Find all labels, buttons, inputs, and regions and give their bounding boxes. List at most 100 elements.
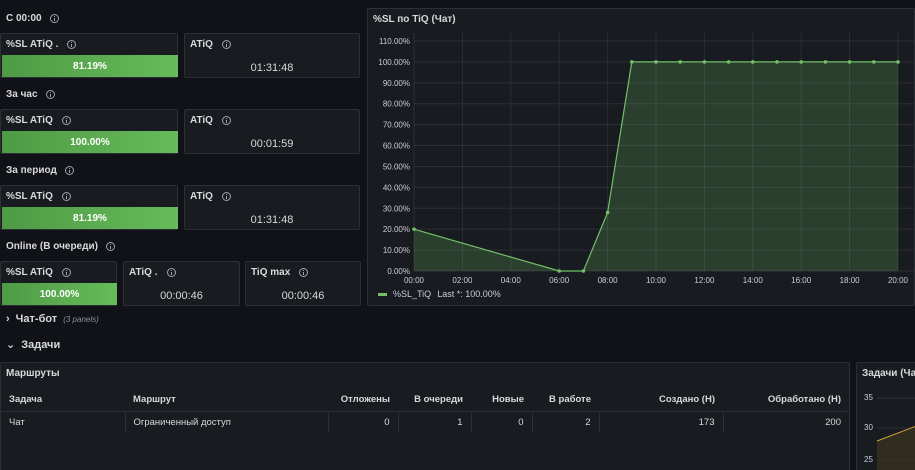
y-tick-label: 0.00% [387,267,410,276]
data-point [726,60,731,64]
tasks-chart [876,397,915,470]
x-tick-label: 16:00 [791,276,812,285]
column-header-postponed[interactable]: Отложены [328,389,398,412]
info-icon[interactable] [166,268,176,277]
routes-table: Задача Маршрут Отложены В очереди Новые … [1,389,849,433]
info-icon[interactable] [61,116,71,125]
y-tick-label: 60.00% [383,142,410,151]
data-point [654,60,658,64]
info-icon[interactable] [49,14,59,23]
info-icon[interactable] [221,40,231,49]
cell-new: 0 [471,411,533,433]
column-header-created[interactable]: Создано (Н) [599,389,723,412]
data-point [702,60,707,64]
data-point [605,210,610,215]
column-header-new[interactable]: Новые [471,389,532,412]
data-point [823,60,828,64]
info-icon[interactable] [45,90,55,99]
row-tasks[interactable]: ⌄ Задачи [6,338,60,351]
sl-gauge-bar: 100.00% [2,131,178,153]
chevron-right-icon: › [6,313,10,325]
table-row[interactable]: Чат Ограниченный доступ 0 1 0 2 173 200 [1,411,849,433]
section-title-per-hour: За час [6,89,55,100]
data-point [896,60,900,64]
stat-panel-atiq-per-hour[interactable]: ATiQ 00:01:59 [184,109,360,154]
chart-legend[interactable]: %SL_TiQ Last *: 100.00% [378,289,501,299]
data-point [581,269,586,273]
info-icon[interactable] [61,192,71,201]
atiq-value: 00:01:59 [250,138,294,150]
x-tick-label: 10:00 [646,276,667,285]
y-tick-label: 10.00% [383,246,410,255]
y-tick-label: 20.00% [383,225,410,234]
data-point [678,60,682,64]
cell-task: Чат [1,411,126,433]
stat-panel-tiqmax-online[interactable]: TiQ max 00:00:46 [245,261,361,306]
data-point [630,60,634,64]
x-tick-label: 02:00 [452,276,473,285]
column-header-route[interactable]: Маршрут [125,389,328,412]
data-point [847,60,852,64]
info-icon[interactable] [61,268,71,277]
data-point [775,60,779,64]
x-tick-label: 00:00 [404,276,425,285]
y-tick-label: 80.00% [383,100,410,109]
stat-panel-sl-per-period[interactable]: %SL ATiQ 81.19% [0,185,178,230]
stat-panel-atiq-since-midnight[interactable]: ATiQ 01:31:48 [184,33,360,78]
column-header-processed[interactable]: Обработано (Н) [723,389,849,412]
sl-tiq-chart[interactable]: 0.00% 10.00% 20.00% 30.00% 40.00% 50.00% 60.00… [368,9,915,307]
routes-title: Маршруты [6,368,60,379]
table-header-row: Задача Маршрут Отложены В очереди Новые … [1,389,849,412]
y-tick-label: 25 [864,455,873,464]
cell-postponed: 0 [328,411,399,433]
y-tick-label: 90.00% [383,79,410,88]
data-point [751,60,755,64]
y-tick-label: 50.00% [383,162,410,171]
x-tick-label: 14:00 [743,276,764,285]
x-tick-label: 20:00 [888,276,909,285]
info-icon[interactable] [67,40,77,49]
column-header-in-progress[interactable]: В работе [532,389,599,412]
data-point [799,60,803,64]
data-point [872,60,876,64]
stat-panel-sl-online[interactable]: %SL ATiQ 100.00% [0,261,117,306]
info-icon[interactable] [221,192,231,201]
stat-panel-sl-since-midnight[interactable]: %SL ATiQ . 81.19% [0,33,178,78]
cell-in-progress: 2 [532,411,600,433]
cell-processed: 200 [825,416,841,428]
info-icon[interactable] [105,242,115,251]
y-tick-label: 40.00% [383,183,410,192]
cell-in-queue: 1 [398,411,472,433]
column-header-in-queue[interactable]: В очереди [398,389,471,412]
info-icon[interactable] [221,116,231,125]
chart-panel-sl-tiq[interactable]: %SL по TiQ (Чат) 0.00% 10.00% 20.00% 30.00%… [367,8,915,306]
atiq-value: 01:31:48 [250,214,294,226]
row-chatbot[interactable]: › Чат-бот (3 panels) [6,313,99,325]
info-icon[interactable] [64,166,74,175]
chevron-down-icon: ⌄ [6,339,16,351]
data-point [412,227,416,231]
tasks-chart-panel[interactable]: Задачи (Ча 35 30 25 [856,362,915,470]
stat-panel-sl-per-hour[interactable]: %SL ATiQ 100.00% [0,109,178,154]
atiq-value: 00:00:46 [160,290,203,302]
x-tick-label: 08:00 [598,276,619,285]
data-point [557,269,561,273]
x-tick-label: 04:00 [501,276,522,285]
stat-panel-atiq-online[interactable]: ATiQ . 00:00:46 [123,261,240,306]
x-tick-label: 12:00 [694,276,715,285]
sl-gauge-bar: 100.00% [2,283,117,305]
tasks-area [877,426,915,470]
section-title-per-period: За период [6,165,74,176]
y-tick-label: 30 [864,423,873,432]
section-title-online: Online (В очереди) [6,241,115,252]
x-tick-label: 06:00 [549,276,570,285]
column-header-task[interactable]: Задача [1,389,125,412]
sl-gauge-bar: 81.19% [2,55,178,77]
routes-table-panel[interactable]: Маршруты Задача Маршрут Отложены В очере… [0,362,850,470]
stat-panel-atiq-per-period[interactable]: ATiQ 01:31:48 [184,185,360,230]
legend-swatch [378,292,387,296]
info-icon[interactable] [299,268,309,277]
atiq-value: 01:31:48 [250,62,294,74]
sl-gauge-bar: 81.19% [2,207,178,229]
section-title-since-midnight: С 00:00 [6,13,59,24]
